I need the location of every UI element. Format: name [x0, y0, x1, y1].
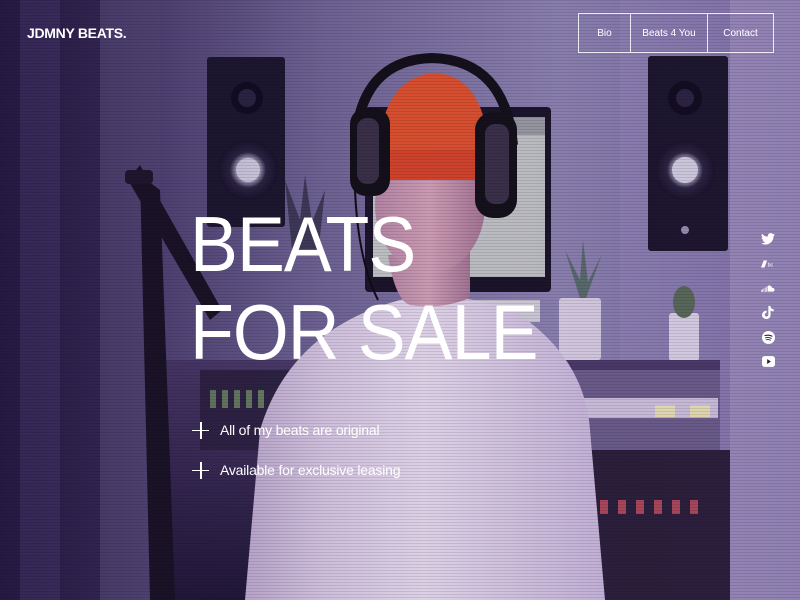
plus-icon — [192, 421, 209, 439]
svg-text:bc: bc — [768, 262, 774, 268]
feature-list: All of my beats are original Available f… — [192, 418, 401, 498]
nav-link-bio[interactable]: Bio — [579, 14, 631, 52]
bandcamp-icon[interactable]: bc — [761, 257, 775, 271]
spotify-icon[interactable] — [761, 330, 775, 344]
social-links: bc — [757, 232, 779, 380]
nav-link-contact[interactable]: Contact — [708, 14, 773, 52]
twitter-icon[interactable] — [761, 232, 775, 246]
hero-title: BEATS FOR SALE — [190, 200, 538, 376]
main-nav: Bio Beats 4 You Contact — [578, 13, 774, 53]
hero-title-line-1: BEATS — [190, 200, 416, 288]
hero-section: JDMNY BEATS. Bio Beats 4 You Contact BEA… — [0, 0, 800, 600]
feature-text: Available for exclusive leasing — [220, 462, 401, 478]
plus-icon — [192, 461, 209, 479]
feature-item: Available for exclusive leasing — [192, 458, 401, 482]
nav-link-beats-4-you[interactable]: Beats 4 You — [631, 14, 708, 52]
feature-text: All of my beats are original — [220, 422, 380, 438]
site-logo[interactable]: JDMNY BEATS. — [27, 25, 127, 41]
hero-title-line-2: FOR SALE — [190, 288, 538, 376]
tiktok-icon[interactable] — [761, 306, 775, 320]
feature-item: All of my beats are original — [192, 418, 400, 442]
youtube-icon[interactable] — [761, 355, 775, 369]
soundcloud-icon[interactable] — [761, 281, 775, 295]
